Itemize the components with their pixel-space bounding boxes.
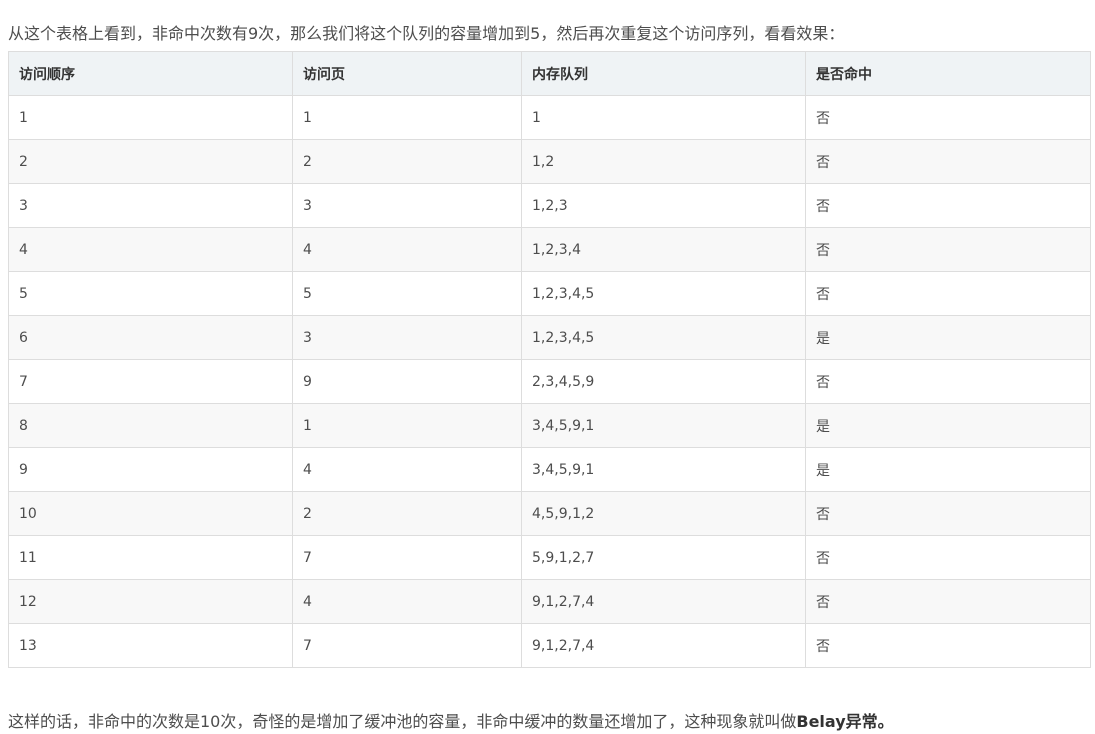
cell-access-order: 8 xyxy=(8,403,293,448)
header-access-page: 访问页 xyxy=(292,51,522,96)
cell-memory-queue: 4,5,9,1,2 xyxy=(521,491,806,536)
cell-memory-queue: 1,2,3,4 xyxy=(521,227,806,272)
table-header-row: 访问顺序 访问页 内存队列 是否命中 xyxy=(8,51,1091,96)
cell-access-order: 2 xyxy=(8,139,293,184)
cell-memory-queue: 9,1,2,7,4 xyxy=(521,579,806,624)
cell-access-order: 4 xyxy=(8,227,293,272)
cell-access-page: 2 xyxy=(292,139,522,184)
cell-access-page: 1 xyxy=(292,95,522,140)
cell-hit: 否 xyxy=(805,183,1091,228)
cell-access-page: 3 xyxy=(292,315,522,360)
cell-hit: 否 xyxy=(805,579,1091,624)
cell-memory-queue: 3,4,5,9,1 xyxy=(521,403,806,448)
cell-hit: 是 xyxy=(805,447,1091,492)
outro-text: 这样的话，非命中的次数是10次，奇怪的是增加了缓冲池的容量，非命中缓冲的数量还增… xyxy=(8,712,797,731)
cell-memory-queue: 5,9,1,2,7 xyxy=(521,535,806,580)
table-row: 1 1 1 否 xyxy=(8,95,1091,140)
table-row: 2 2 1,2 否 xyxy=(8,139,1091,184)
cell-memory-queue: 3,4,5,9,1 xyxy=(521,447,806,492)
cell-memory-queue: 1 xyxy=(521,95,806,140)
outro-paragraph: 这样的话，非命中的次数是10次，奇怪的是增加了缓冲池的容量，非命中缓冲的数量还增… xyxy=(8,710,894,734)
table-row: 13 7 9,1,2,7,4 否 xyxy=(8,623,1091,668)
intro-paragraph: 从这个表格上看到，非命中次数有9次，那么我们将这个队列的容量增加到5，然后再次重… xyxy=(8,24,845,43)
cell-memory-queue: 1,2,3,4,5 xyxy=(521,271,806,316)
cell-access-page: 3 xyxy=(292,183,522,228)
cell-access-order: 10 xyxy=(8,491,293,536)
table-row: 9 4 3,4,5,9,1 是 xyxy=(8,447,1091,492)
cell-access-order: 5 xyxy=(8,271,293,316)
cell-access-order: 12 xyxy=(8,579,293,624)
cell-hit: 否 xyxy=(805,95,1091,140)
header-hit: 是否命中 xyxy=(805,51,1091,96)
cell-access-page: 7 xyxy=(292,623,522,668)
cell-hit: 否 xyxy=(805,623,1091,668)
cell-access-page: 4 xyxy=(292,447,522,492)
belay-anomaly-term: Belay异常。 xyxy=(796,712,894,731)
cell-access-page: 9 xyxy=(292,359,522,404)
cell-access-page: 5 xyxy=(292,271,522,316)
page-access-table: 访问顺序 访问页 内存队列 是否命中 1 1 1 否 2 2 1,2 否 3 3 xyxy=(8,51,1091,668)
cell-hit: 是 xyxy=(805,315,1091,360)
cell-hit: 否 xyxy=(805,491,1091,536)
cell-access-order: 1 xyxy=(8,95,293,140)
table-row: 5 5 1,2,3,4,5 否 xyxy=(8,271,1091,316)
header-access-order: 访问顺序 xyxy=(8,51,293,96)
table-row: 7 9 2,3,4,5,9 否 xyxy=(8,359,1091,404)
cell-hit: 否 xyxy=(805,359,1091,404)
table-row: 4 4 1,2,3,4 否 xyxy=(8,227,1091,272)
cell-memory-queue: 1,2,3,4,5 xyxy=(521,315,806,360)
cell-access-order: 11 xyxy=(8,535,293,580)
table-row: 11 7 5,9,1,2,7 否 xyxy=(8,535,1091,580)
table-row: 10 2 4,5,9,1,2 否 xyxy=(8,491,1091,536)
cell-hit: 否 xyxy=(805,227,1091,272)
cell-access-order: 9 xyxy=(8,447,293,492)
header-memory-queue: 内存队列 xyxy=(521,51,806,96)
page-access-table-container: 访问顺序 访问页 内存队列 是否命中 1 1 1 否 2 2 1,2 否 3 3 xyxy=(8,51,1091,668)
cell-access-page: 4 xyxy=(292,227,522,272)
table-row: 12 4 9,1,2,7,4 否 xyxy=(8,579,1091,624)
cell-hit: 否 xyxy=(805,271,1091,316)
cell-access-page: 7 xyxy=(292,535,522,580)
cell-hit: 是 xyxy=(805,403,1091,448)
cell-memory-queue: 1,2 xyxy=(521,139,806,184)
cell-access-order: 13 xyxy=(8,623,293,668)
cell-access-page: 4 xyxy=(292,579,522,624)
cell-access-order: 7 xyxy=(8,359,293,404)
cell-access-page: 2 xyxy=(292,491,522,536)
table-row: 8 1 3,4,5,9,1 是 xyxy=(8,403,1091,448)
cell-memory-queue: 9,1,2,7,4 xyxy=(521,623,806,668)
cell-hit: 否 xyxy=(805,535,1091,580)
cell-access-order: 6 xyxy=(8,315,293,360)
table-row: 6 3 1,2,3,4,5 是 xyxy=(8,315,1091,360)
table-row: 3 3 1,2,3 否 xyxy=(8,183,1091,228)
cell-access-page: 1 xyxy=(292,403,522,448)
cell-memory-queue: 2,3,4,5,9 xyxy=(521,359,806,404)
cell-memory-queue: 1,2,3 xyxy=(521,183,806,228)
cell-access-order: 3 xyxy=(8,183,293,228)
cell-hit: 否 xyxy=(805,139,1091,184)
